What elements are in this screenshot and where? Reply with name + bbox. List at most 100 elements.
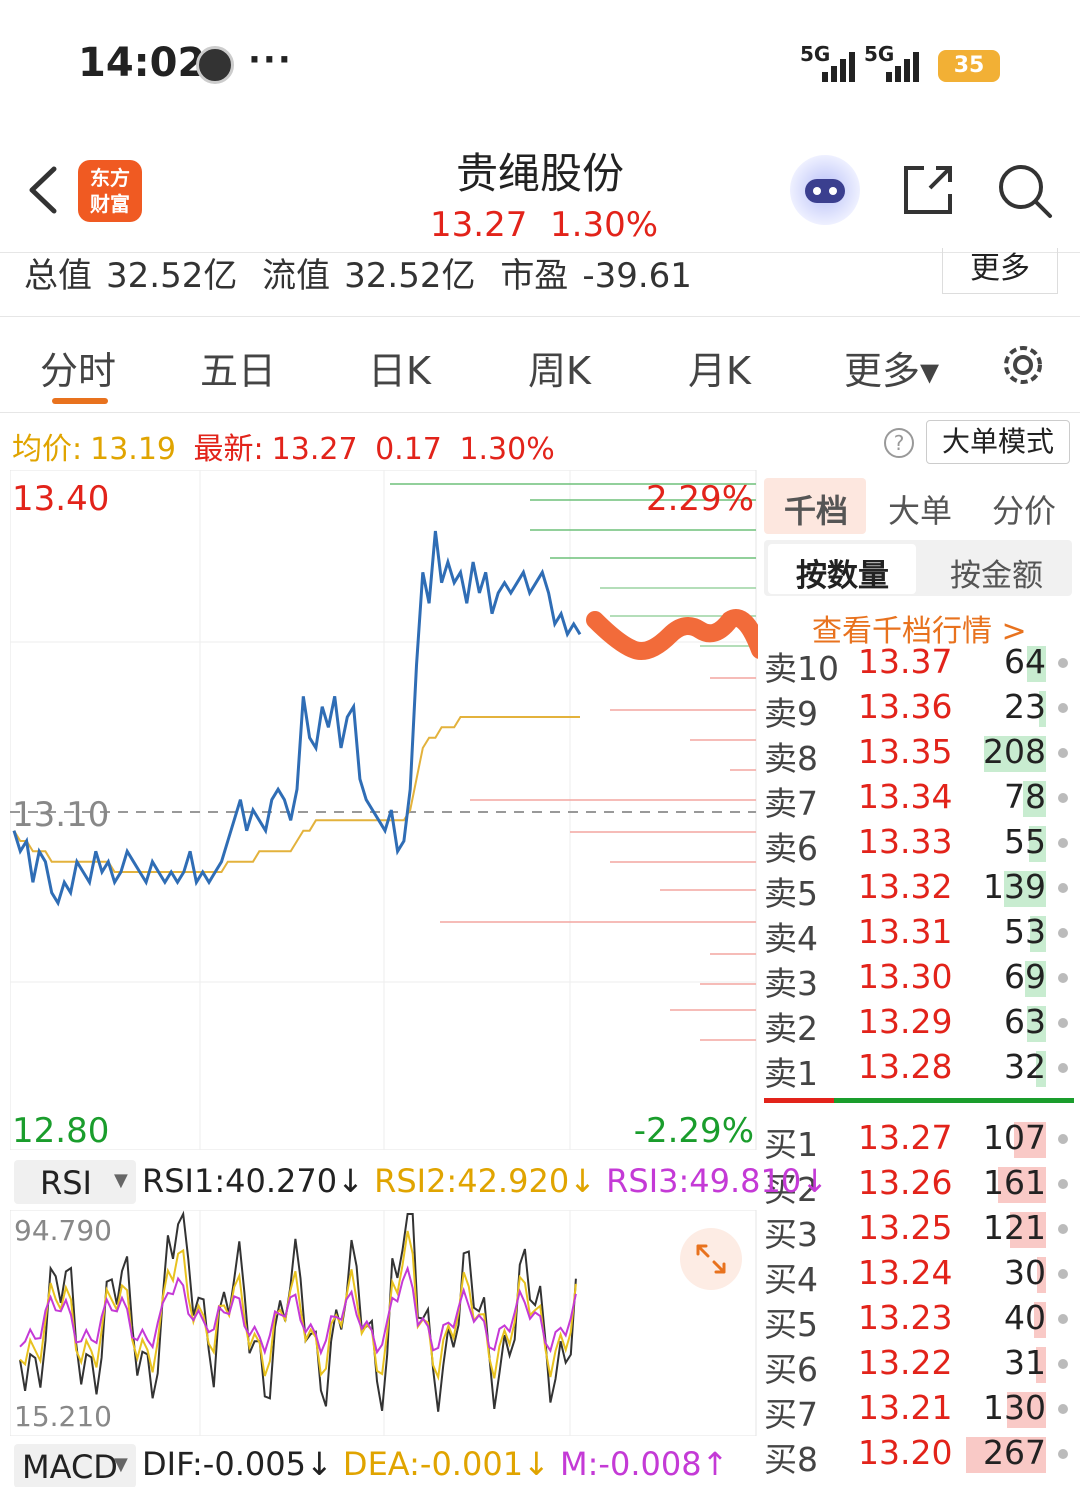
rsi-top-label: 94.790 — [14, 1214, 112, 1247]
expand-icon[interactable] — [680, 1228, 742, 1290]
order-level: 买7 — [764, 1395, 818, 1434]
help-icon[interactable]: ? — [884, 428, 914, 458]
order-volume: 121 — [983, 1208, 1046, 1247]
dot-icon — [1058, 703, 1068, 713]
order-price: 13.31 — [858, 912, 953, 951]
divider — [0, 412, 1080, 413]
header-price: 13.27 — [430, 205, 528, 245]
tab-depth[interactable]: 千档 — [784, 486, 848, 532]
chart-grid — [10, 470, 756, 1150]
order-level: 卖7 — [764, 784, 818, 823]
ask-row[interactable]: 卖10 13.37 64 — [764, 642, 1076, 688]
signal-icon-1 — [822, 52, 855, 82]
ask-row[interactable]: 卖3 13.30 69 — [764, 957, 1076, 1003]
ask-row[interactable]: 卖6 13.33 55 — [764, 822, 1076, 868]
tab-weekly-k[interactable]: 周K — [528, 340, 591, 395]
tab-five-day[interactable]: 五日 — [200, 340, 276, 395]
order-price: 13.26 — [858, 1163, 953, 1202]
ask-row[interactable]: 卖7 13.34 78 — [764, 777, 1076, 823]
tab-more[interactable]: 更多▾ — [844, 340, 939, 395]
order-level: 买8 — [764, 1440, 818, 1479]
order-level: 卖6 — [764, 829, 818, 868]
order-volume: 267 — [983, 1433, 1046, 1472]
macd-selector[interactable]: MACD ▼ — [14, 1444, 136, 1487]
order-volume: 32 — [1004, 1047, 1046, 1086]
dot-icon — [1058, 1314, 1068, 1324]
header-change-pct: 1.30% — [550, 205, 659, 245]
ratio-bar-sell — [834, 1098, 1074, 1103]
bid-row[interactable]: 买6 13.22 31 — [764, 1343, 1076, 1389]
pct-bottom-label: -2.29% — [634, 1111, 754, 1150]
order-volume: 31 — [1004, 1343, 1046, 1382]
order-level: 买1 — [764, 1125, 818, 1164]
pe-label: 市盈 — [500, 256, 569, 296]
dot-icon — [1058, 793, 1068, 803]
avg-label: 均价: — [12, 432, 83, 467]
tab-daily-k[interactable]: 日K — [368, 340, 431, 395]
dot-icon — [1058, 1018, 1068, 1028]
y-top-label: 13.40 — [12, 479, 109, 519]
order-level: 卖3 — [764, 964, 818, 1003]
rsi-bottom-label: 15.210 — [14, 1400, 112, 1433]
order-level: 买6 — [764, 1350, 818, 1389]
order-level: 卖8 — [764, 739, 818, 778]
subtab-by-volume[interactable]: 按数量 — [796, 550, 889, 595]
dif-value: DIF:-0.005↓ — [142, 1445, 333, 1483]
order-price: 13.25 — [858, 1208, 953, 1247]
dot-icon — [1058, 883, 1068, 893]
big-order-mode-button[interactable]: 大单模式 — [926, 420, 1070, 464]
order-price: 13.36 — [858, 687, 953, 726]
bid-row[interactable]: 买3 13.25 121 — [764, 1208, 1076, 1254]
order-volume: 107 — [983, 1118, 1046, 1157]
signal-icon-2 — [886, 52, 919, 82]
macd-values: DIF:-0.005↓ DEA:-0.001↓ M:-0.008↑ — [142, 1445, 728, 1483]
rsi2-value: RSI2:42.920↓ — [374, 1162, 596, 1200]
ask-row[interactable]: 卖8 13.35 208 — [764, 732, 1076, 778]
change-pct: 1.30% — [459, 432, 555, 467]
order-volume: 69 — [1004, 957, 1046, 996]
subtab-by-amount[interactable]: 按金额 — [950, 550, 1043, 595]
order-volume: 64 — [1004, 642, 1046, 681]
bid-row[interactable]: 买8 13.20 267 — [764, 1433, 1076, 1479]
bid-row[interactable]: 买4 13.24 30 — [764, 1253, 1076, 1299]
dot-icon — [1058, 1269, 1068, 1279]
ask-row[interactable]: 卖1 13.28 32 — [764, 1047, 1076, 1093]
ask-row[interactable]: 卖4 13.31 53 — [764, 912, 1076, 958]
bid-row[interactable]: 买5 13.23 40 — [764, 1298, 1076, 1344]
share-icon[interactable] — [900, 162, 956, 218]
change-value: 0.17 — [375, 432, 442, 467]
order-level: 买5 — [764, 1305, 818, 1344]
order-volume: 23 — [1004, 687, 1046, 726]
tab-price-dist[interactable]: 分价 — [992, 486, 1056, 532]
latest-value: 13.27 — [271, 432, 358, 467]
dot-icon — [1058, 1359, 1068, 1369]
ask-row[interactable]: 卖9 13.36 23 — [764, 687, 1076, 733]
chevron-down-icon: ▼ — [114, 1454, 128, 1475]
bid-row[interactable]: 买1 13.27 107 — [764, 1118, 1076, 1164]
rsi-selector[interactable]: RSI ▼ — [14, 1160, 136, 1204]
order-level: 卖10 — [764, 649, 839, 688]
gear-icon[interactable] — [998, 340, 1048, 390]
ask-row[interactable]: 卖5 13.32 139 — [764, 867, 1076, 913]
avg-value: 13.19 — [90, 432, 176, 467]
dot-icon — [1058, 1063, 1068, 1073]
tab-monthly-k[interactable]: 月K — [688, 340, 751, 395]
pe-value: -39.61 — [582, 256, 692, 296]
order-volume: 208 — [983, 732, 1046, 771]
order-price: 13.22 — [858, 1343, 953, 1382]
assistant-robot-icon[interactable] — [790, 155, 860, 225]
status-time: 14:02 — [78, 40, 206, 86]
dot-icon — [1058, 838, 1068, 848]
search-icon[interactable] — [996, 162, 1054, 220]
divider — [0, 316, 1080, 317]
order-price: 13.28 — [858, 1047, 953, 1086]
more-metrics-button[interactable]: 更多 — [942, 248, 1058, 294]
bid-row[interactable]: 买7 13.21 130 — [764, 1388, 1076, 1434]
order-price: 13.27 — [858, 1118, 953, 1157]
rsi-selector-label: RSI — [40, 1164, 92, 1202]
tab-intraday[interactable]: 分时 — [40, 340, 116, 395]
ratio-bar-buy — [764, 1098, 834, 1103]
ask-row[interactable]: 卖2 13.29 63 — [764, 1002, 1076, 1048]
tab-big-order[interactable]: 大单 — [888, 486, 952, 532]
float-value-label: 流值 — [262, 256, 331, 296]
